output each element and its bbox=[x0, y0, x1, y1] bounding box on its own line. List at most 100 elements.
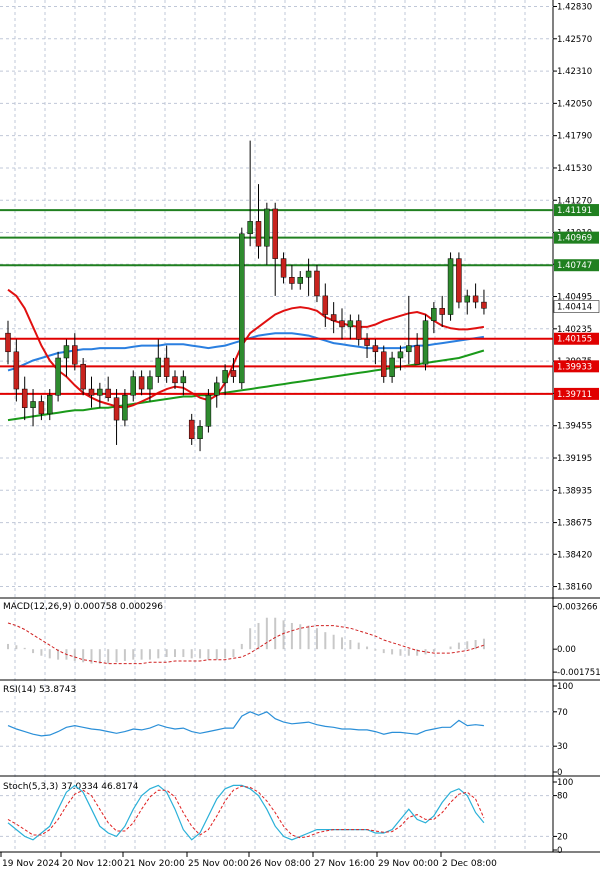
candle-bear bbox=[21, 388, 28, 408]
candle-bear bbox=[5, 332, 11, 353]
candle-bull bbox=[347, 320, 354, 328]
level-label: 1.40969 bbox=[557, 234, 592, 244]
macd-tick-label: -0.001751 bbox=[557, 668, 600, 678]
candle-bear bbox=[13, 351, 20, 390]
candle-bear bbox=[381, 351, 387, 377]
candle-bear bbox=[289, 277, 295, 284]
candle-bull bbox=[63, 345, 70, 359]
current-price-label: 1.40414 bbox=[557, 303, 592, 313]
candle-bear bbox=[172, 376, 178, 384]
candle-bear bbox=[88, 388, 95, 396]
stoch-tick-label: 80 bbox=[557, 792, 568, 802]
candle-bull bbox=[464, 295, 470, 303]
candle-bull bbox=[47, 395, 53, 415]
candle-bull bbox=[239, 233, 245, 384]
stoch-tick-label: 20 bbox=[557, 832, 568, 842]
candle-bear bbox=[255, 221, 262, 247]
price-tick-label: 1.38935 bbox=[557, 486, 592, 496]
candle-bull bbox=[30, 401, 36, 408]
level-label: 1.40747 bbox=[557, 261, 592, 271]
price-tick-label: 1.42830 bbox=[557, 2, 592, 12]
price-tick-label: 1.39455 bbox=[557, 422, 592, 432]
price-tick-label: 1.38675 bbox=[557, 519, 592, 529]
stoch-tick-label: 100 bbox=[557, 778, 573, 788]
time-tick-label: 2 Dec 08:00 bbox=[442, 859, 497, 869]
candle-bear bbox=[330, 314, 337, 321]
candle-bull bbox=[214, 382, 220, 396]
time-tick-label: 19 Nov 2024 bbox=[2, 859, 60, 869]
candle-bull bbox=[222, 370, 228, 384]
macd-title: MACD(12,26,9) 0.000758 0.000296 bbox=[3, 602, 163, 612]
candle-bull bbox=[447, 258, 454, 315]
candle-bear bbox=[414, 345, 420, 365]
candle-bear bbox=[280, 258, 287, 278]
candle-bull bbox=[431, 308, 437, 321]
candle-bear bbox=[113, 397, 120, 421]
time-tick-label: 25 Nov 00:00 bbox=[188, 859, 249, 869]
candle-bull bbox=[205, 395, 212, 427]
candle-bear bbox=[38, 401, 45, 415]
candle-bull bbox=[180, 376, 187, 384]
candle-bull bbox=[397, 351, 404, 359]
candle-bull bbox=[422, 320, 429, 365]
candle-bear bbox=[355, 320, 362, 340]
candle-bear bbox=[364, 339, 370, 346]
candle-bear bbox=[105, 388, 111, 398]
time-tick-label: 21 Nov 20:00 bbox=[124, 859, 185, 869]
candle-bull bbox=[264, 208, 270, 247]
rsi-tick-label: 100 bbox=[557, 682, 573, 692]
chart-background bbox=[0, 0, 600, 873]
rsi-title: RSI(14) 53.8743 bbox=[3, 685, 76, 695]
candle-bear bbox=[372, 345, 379, 353]
rsi-tick-label: 30 bbox=[557, 742, 568, 752]
price-tick-label: 1.41530 bbox=[557, 164, 592, 174]
stoch-tick-label: 0 bbox=[557, 846, 562, 856]
candle-bull bbox=[247, 221, 253, 235]
candle-bull bbox=[389, 357, 395, 377]
price-tick-label: 1.39195 bbox=[557, 454, 592, 464]
macd-tick-label: 0.003266 bbox=[557, 602, 598, 612]
candle-bear bbox=[72, 345, 78, 365]
candle-bull bbox=[130, 376, 136, 396]
level-label: 1.41191 bbox=[557, 206, 592, 216]
candle-bull bbox=[155, 357, 162, 377]
candle-bear bbox=[322, 295, 329, 315]
level-label: 1.39711 bbox=[557, 390, 592, 400]
time-tick-label: 26 Nov 08:00 bbox=[250, 859, 311, 869]
candle-bull bbox=[55, 357, 61, 396]
candle-bear bbox=[80, 363, 86, 390]
time-tick-label: 20 Nov 12:00 bbox=[62, 859, 123, 869]
price-tick-label: 1.42310 bbox=[557, 67, 592, 77]
candle-bear bbox=[188, 419, 195, 439]
candle-bear bbox=[138, 376, 145, 390]
price-tick-label: 1.38420 bbox=[557, 550, 592, 560]
candle-bear bbox=[439, 308, 445, 315]
time-tick-label: 29 Nov 00:00 bbox=[378, 859, 439, 869]
candle-bull bbox=[297, 277, 303, 284]
price-tick-label: 1.38160 bbox=[557, 583, 592, 593]
stoch-title: Stoch(5,3,3) 37.0334 46.8174 bbox=[3, 782, 139, 792]
candle-bull bbox=[406, 345, 412, 353]
candle-bear bbox=[456, 258, 462, 303]
candle-bear bbox=[314, 270, 320, 297]
candle-bear bbox=[472, 295, 479, 303]
candle-bear bbox=[339, 320, 345, 328]
candle-bull bbox=[97, 388, 103, 396]
price-tick-label: 1.42570 bbox=[557, 35, 592, 45]
candle-bear bbox=[481, 301, 487, 309]
price-tick-label: 1.41790 bbox=[557, 132, 592, 142]
rsi-tick-label: 0 bbox=[557, 768, 562, 778]
chart-canvas[interactable]: MACD(12,26,9) 0.000758 0.000296 RSI(14) … bbox=[0, 0, 600, 873]
macd-tick-label: 0.00 bbox=[557, 645, 576, 655]
level-label: 1.40155 bbox=[557, 335, 592, 345]
candle-bull bbox=[147, 376, 153, 390]
candle-bull bbox=[305, 270, 312, 278]
rsi-tick-label: 70 bbox=[557, 708, 568, 718]
candle-bear bbox=[230, 370, 237, 377]
price-tick-label: 1.42050 bbox=[557, 99, 592, 109]
candle-bear bbox=[272, 208, 278, 259]
level-label: 1.39933 bbox=[557, 362, 592, 372]
candle-bull bbox=[122, 395, 128, 421]
candle-bull bbox=[197, 426, 203, 439]
chart-window[interactable]: MACD(12,26,9) 0.000758 0.000296 RSI(14) … bbox=[0, 0, 600, 873]
